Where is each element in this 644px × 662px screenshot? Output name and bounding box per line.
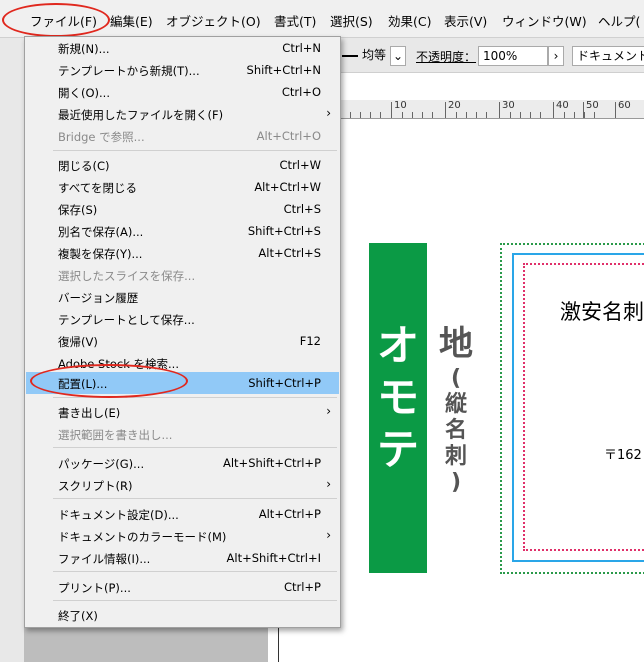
- file-menu: 新規(N)... Ctrl+N テンプレートから新規(T)... Shift+Ctr…: [24, 36, 341, 628]
- submenu-arrow-icon: ›: [326, 477, 331, 491]
- stroke-dropdown-icon[interactable]: ⌄: [390, 46, 406, 66]
- omote-text: オ モ テ: [376, 321, 419, 474]
- menu-separator: [53, 498, 337, 499]
- menu-separator: [53, 447, 337, 448]
- menu-item-print[interactable]: プリント(P)... Ctrl+P: [26, 576, 339, 598]
- menu-item-save-as[interactable]: 別名で保存(A)... Shift+Ctrl+S: [26, 220, 339, 242]
- menu-view[interactable]: 表示(V): [444, 11, 487, 30]
- menu-item-save[interactable]: 保存(S) Ctrl+S: [26, 198, 339, 220]
- ruler-label: 20: [448, 100, 461, 111]
- document-setup-button[interactable]: ドキュメント: [572, 46, 644, 66]
- menu-item-new-from-template[interactable]: テンプレートから新規(T)... Shift+Ctrl+N: [26, 59, 339, 81]
- opacity-label: 不透明度：: [416, 50, 477, 64]
- horizontal-ruler: 10 20 30 40 50 60: [340, 100, 644, 119]
- annotation-ring-place: [30, 364, 188, 398]
- menu-item-new[interactable]: 新規(N)... Ctrl+N: [26, 37, 339, 59]
- menu-item-close-all[interactable]: すべてを閉じる Alt+Ctrl+W: [26, 176, 339, 198]
- menu-separator: [53, 150, 337, 151]
- menu-item-save-as-template[interactable]: テンプレートとして保存...: [26, 308, 339, 330]
- menu-window[interactable]: ウィンドウ(W): [502, 11, 587, 30]
- menu-object[interactable]: オブジェクト(O): [166, 11, 261, 30]
- menu-help[interactable]: ヘルプ(: [598, 11, 640, 30]
- submenu-arrow-icon: ›: [326, 106, 331, 120]
- stroke-line-icon: [342, 55, 358, 57]
- menu-item-document-setup[interactable]: ドキュメント設定(D)... Alt+Ctrl+P: [26, 503, 339, 525]
- control-toolbar: 均等 ⌄ 不透明度： 100% › ドキュメント: [340, 38, 644, 73]
- menu-item-export[interactable]: 書き出し(E) ›: [26, 401, 339, 423]
- submenu-arrow-icon: ›: [326, 404, 331, 418]
- menu-item-open-recent[interactable]: 最近使用したファイルを開く(F) ›: [26, 103, 339, 125]
- menu-item-revert[interactable]: 復帰(V) F12: [26, 330, 339, 352]
- menu-item-export-selection: 選択範囲を書き出し...: [58, 428, 173, 442]
- menu-separator: [53, 571, 337, 572]
- menu-item-save-copy[interactable]: 複製を保存(Y)... Alt+Ctrl+S: [26, 242, 339, 264]
- menu-separator: [53, 600, 337, 601]
- submenu-arrow-icon: ›: [326, 528, 331, 542]
- menu-select[interactable]: 選択(S): [330, 11, 373, 30]
- menu-item-exit[interactable]: 終了(X): [26, 604, 339, 626]
- annotation-ring-file: [2, 3, 110, 37]
- menu-item-version-history[interactable]: バージョン履歴: [26, 286, 339, 308]
- menu-item-file-info[interactable]: ファイル情報(I)... Alt+Shift+Ctrl+I: [26, 547, 339, 569]
- menu-item-open[interactable]: 開く(O)... Ctrl+O: [26, 81, 339, 103]
- menu-item-save-slices: 選択したスライスを保存...: [58, 269, 196, 283]
- panel-area: [24, 628, 268, 662]
- ruler-label: 10: [394, 100, 407, 111]
- tools-panel: [0, 37, 24, 662]
- card-title: 激安名刺: [560, 300, 644, 324]
- ruler-label: 50: [586, 100, 599, 111]
- opacity-dropdown-icon[interactable]: ›: [548, 46, 564, 66]
- menu-item-package[interactable]: パッケージ(G)... Alt+Shift+Ctrl+P: [26, 452, 339, 474]
- card-address: 〒162: [604, 448, 642, 463]
- menu-type[interactable]: 書式(T): [274, 11, 316, 30]
- vertical-title: 地 ( 縦 名 刺 ): [439, 324, 473, 495]
- ruler-label: 40: [556, 100, 569, 111]
- ruler-label: 30: [502, 100, 515, 111]
- menu-item-scripts[interactable]: スクリプト(R) ›: [26, 474, 339, 496]
- ruler-label: 60: [618, 100, 631, 111]
- menu-effect[interactable]: 効果(C): [388, 11, 431, 30]
- menu-item-close[interactable]: 閉じる(C) Ctrl+W: [26, 154, 339, 176]
- menu-item-document-color-mode[interactable]: ドキュメントのカラーモード(M) ›: [26, 525, 339, 547]
- menu-edit[interactable]: 編集(E): [110, 11, 153, 30]
- opacity-input[interactable]: 100%: [478, 46, 548, 66]
- menu-item-browse-bridge: Bridge で参照... Alt+Ctrl+O: [58, 129, 321, 144]
